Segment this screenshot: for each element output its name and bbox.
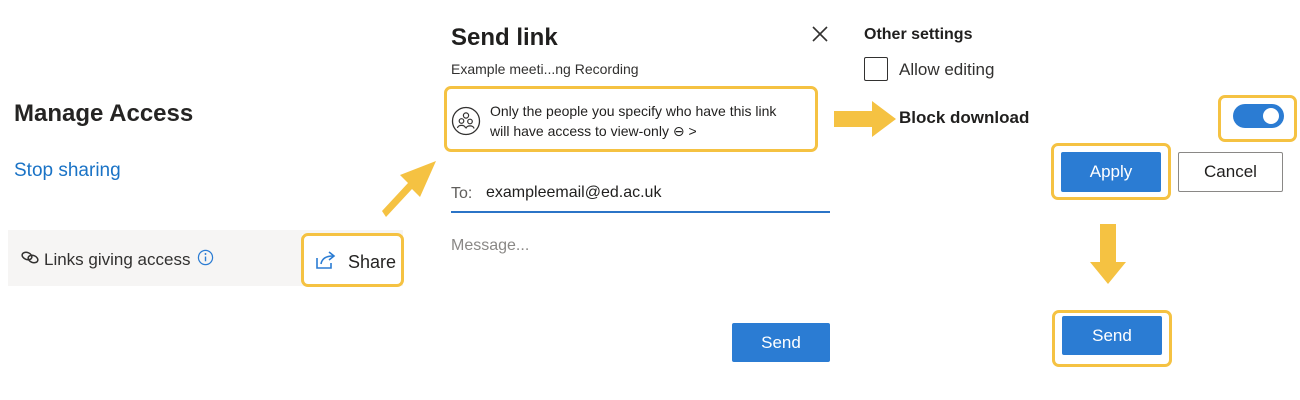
info-icon[interactable]: [197, 249, 214, 266]
toggle-knob: [1263, 108, 1279, 124]
stop-sharing-link[interactable]: Stop sharing: [14, 160, 121, 182]
arrow-down-icon: [1090, 224, 1126, 284]
send-link-subtitle: Example meeti...ng Recording: [451, 61, 639, 77]
final-send-button[interactable]: Send: [1062, 316, 1162, 355]
to-label: To:: [451, 185, 473, 202]
allow-editing-checkbox[interactable]: [864, 57, 888, 81]
send-button[interactable]: Send: [732, 323, 830, 362]
recipient-email-input[interactable]: exampleemail@ed.ac.uk: [486, 184, 661, 202]
close-icon[interactable]: [811, 25, 829, 43]
people-icon: [451, 106, 481, 136]
share-label[interactable]: Share: [348, 252, 396, 273]
recipient-input-underline: [451, 211, 830, 213]
block-download-label: Block download: [899, 108, 1030, 127]
send-link-title: Send link: [451, 24, 558, 51]
link-icon: [21, 251, 39, 264]
permission-description-line2: will have access to view-only ⊖ >: [490, 123, 697, 139]
allow-editing-label[interactable]: Allow editing: [899, 60, 994, 80]
arrow-up-right-icon: [382, 161, 436, 217]
arrow-right-icon: [834, 101, 896, 137]
message-input[interactable]: Message...: [451, 237, 529, 255]
cancel-button[interactable]: Cancel: [1178, 152, 1283, 192]
links-giving-access-label: Links giving access: [44, 250, 191, 269]
permission-settings-button[interactable]: [444, 86, 818, 152]
manage-access-title: Manage Access: [14, 100, 194, 127]
share-icon[interactable]: [315, 250, 337, 270]
permission-description-line1: Only the people you specify who have thi…: [490, 103, 777, 119]
apply-button[interactable]: Apply: [1061, 152, 1161, 192]
other-settings-title: Other settings: [864, 26, 973, 43]
